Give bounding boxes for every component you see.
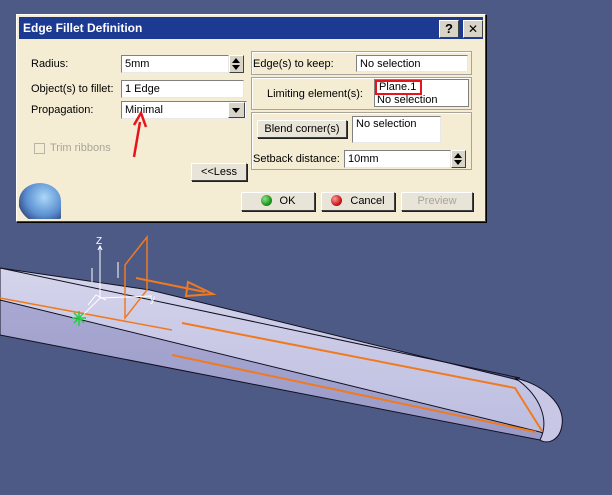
axis-y-label: y [150,294,155,305]
trim-ribbons-checkbox[interactable] [34,143,45,154]
limiting-list[interactable]: Plane.1 No selection [374,79,469,107]
propagation-label: Propagation: [31,104,94,116]
edges-keep-field[interactable]: No selection [356,55,468,72]
ok-icon [260,195,272,206]
help-button[interactable]: ? [439,20,459,38]
ok-button[interactable]: OK [241,192,315,211]
edges-keep-label: Edge(s) to keep: [253,58,334,70]
edge-fillet-dialog: Edge Fillet Definition ? ✕ Radius: 5mm O… [16,14,486,222]
blend-corners-button[interactable]: Blend corner(s) [257,120,347,138]
dialog-title: Edge Fillet Definition [23,21,143,35]
radius-label: Radius: [31,58,69,70]
preview-button[interactable]: Preview [401,192,473,211]
propagation-value: Minimal [125,104,163,116]
cancel-button[interactable]: Cancel [321,192,395,211]
cancel-label: Cancel [350,195,385,207]
close-button[interactable]: ✕ [463,20,483,38]
radius-input[interactable]: 5mm [121,55,229,73]
dialog-titlebar[interactable]: Edge Fillet Definition ? ✕ [19,17,483,39]
setback-input[interactable]: 10mm [344,150,451,168]
ok-label: OK [279,195,296,207]
trim-ribbons-label: Trim ribbons [50,142,111,154]
limiting-item-empty[interactable]: No selection [377,94,438,106]
setback-label: Setback distance: [253,153,340,165]
less-button[interactable]: <<Less [191,163,247,181]
catia-logo-icon [19,183,61,219]
cancel-icon [331,195,343,206]
chevron-down-icon[interactable] [228,102,245,118]
objects-field[interactable]: 1 Edge [121,80,244,98]
limiting-label: Limiting element(s): [267,88,363,100]
axis-z-label: Z [96,236,102,247]
limiting-item-plane-1[interactable]: Plane.1 [375,80,422,95]
blend-corners-field[interactable]: No selection [352,116,441,143]
setback-spinner[interactable] [451,150,466,168]
objects-label: Object(s) to fillet: [31,83,114,95]
radius-spinner[interactable] [229,55,244,73]
